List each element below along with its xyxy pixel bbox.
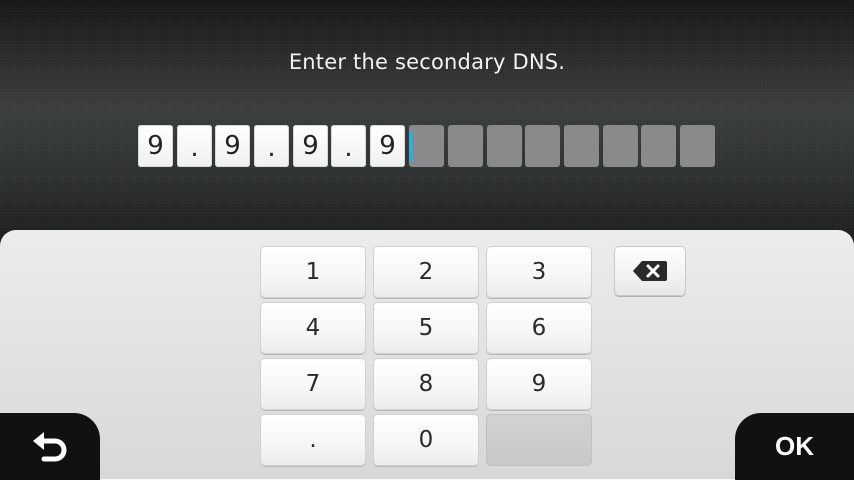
input-cell-empty [641,125,676,167]
key-9[interactable]: 9 [486,358,592,410]
key-period[interactable]: . [260,414,366,466]
key-0[interactable]: 0 [373,414,479,466]
key-7[interactable]: 7 [260,358,366,410]
input-cell-empty [564,125,599,167]
key-4[interactable]: 4 [260,302,366,354]
input-cell-empty [680,125,715,167]
text-caret [409,131,412,161]
key-3[interactable]: 3 [486,246,592,298]
dns-input-field[interactable]: 9 . 9 . 9 . 9 [0,0,854,240]
input-area: Enter the secondary DNS. 9 . 9 . 9 . 9 [0,0,854,240]
input-cell: . [331,125,366,167]
input-cell: . [177,125,212,167]
input-cell-empty [525,125,560,167]
back-arrow-icon [33,431,67,461]
input-cell: . [254,125,289,167]
input-cell: 9 [215,125,250,167]
input-cell: 9 [293,125,328,167]
ok-button[interactable]: OK [735,413,854,480]
back-button[interactable] [0,413,100,480]
backspace-icon [633,261,667,281]
key-1[interactable]: 1 [260,246,366,298]
input-cell: 9 [370,125,405,167]
backspace-button[interactable] [614,246,686,296]
key-8[interactable]: 8 [373,358,479,410]
key-blank [486,414,592,466]
input-cell-empty [487,125,522,167]
input-cell-empty [409,125,444,167]
input-cell: 9 [138,125,173,167]
key-2[interactable]: 2 [373,246,479,298]
input-cell-empty [448,125,483,167]
input-cell-empty [603,125,638,167]
key-6[interactable]: 6 [486,302,592,354]
key-5[interactable]: 5 [373,302,479,354]
